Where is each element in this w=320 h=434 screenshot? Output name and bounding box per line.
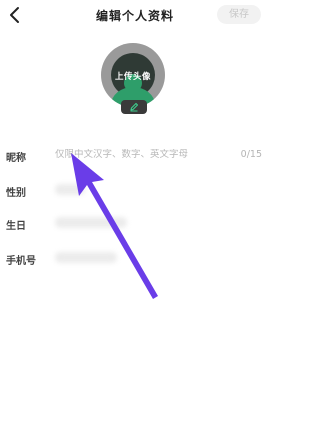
- gender-row[interactable]: 性别: [0, 181, 270, 201]
- birthday-value[interactable]: [55, 217, 127, 228]
- nickname-row: 昵称 0/15: [0, 146, 270, 166]
- save-button[interactable]: 保存: [217, 5, 261, 24]
- top-bar: 编辑个人资料 保存: [0, 0, 270, 32]
- phone-value[interactable]: [55, 252, 117, 263]
- avatar-section: 上传头像: [101, 43, 165, 107]
- avatar-upload[interactable]: 上传头像: [101, 43, 165, 107]
- nickname-label: 昵称: [6, 153, 26, 164]
- nickname-char-counter: 0/15: [240, 149, 262, 160]
- gender-value[interactable]: [55, 184, 85, 195]
- gender-label: 性别: [6, 188, 26, 199]
- birthday-row[interactable]: 生日: [0, 214, 270, 234]
- nickname-input[interactable]: [55, 149, 225, 160]
- birthday-label: 生日: [6, 221, 26, 232]
- phone-label: 手机号: [6, 256, 36, 267]
- phone-row[interactable]: 手机号: [0, 249, 270, 269]
- avatar-upload-label: 上传头像: [114, 72, 151, 82]
- pencil-icon: [130, 102, 139, 112]
- avatar-edit-button[interactable]: [121, 100, 147, 114]
